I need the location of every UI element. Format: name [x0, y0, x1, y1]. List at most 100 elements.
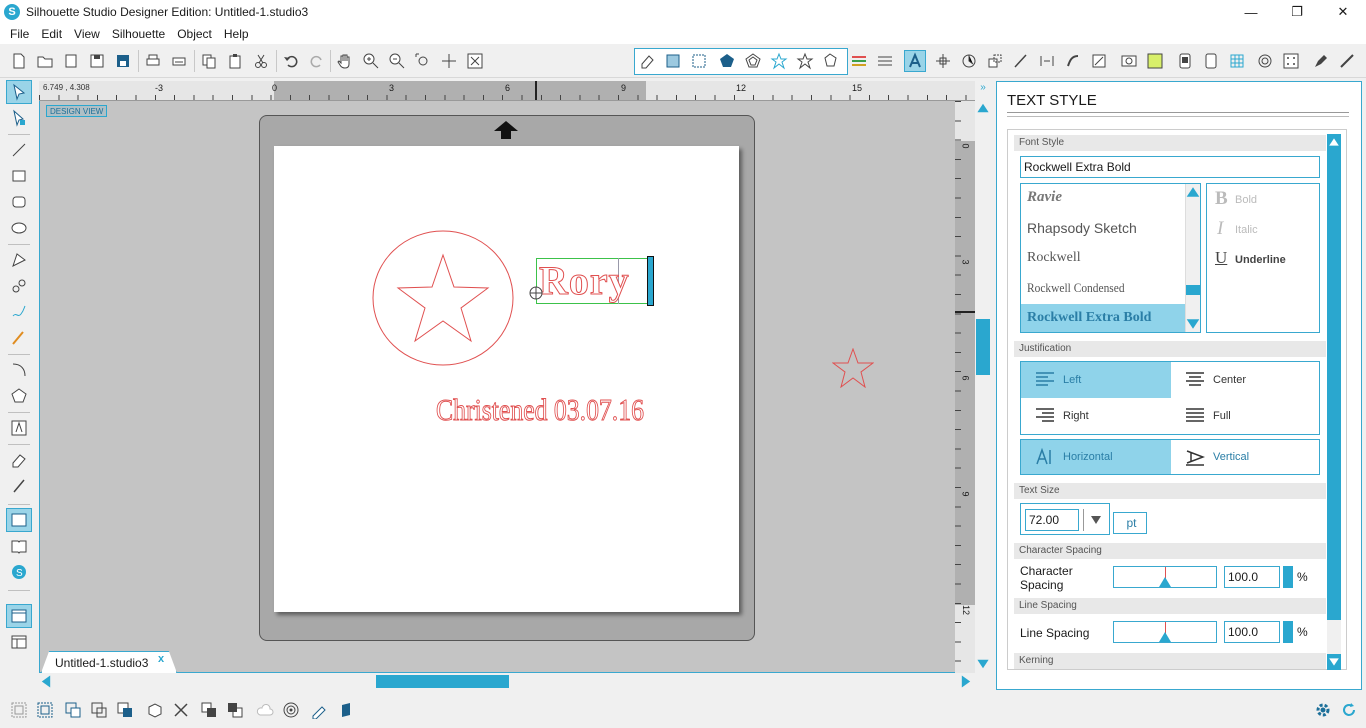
eraser-tool-icon[interactable]: [6, 448, 32, 472]
delete-icon[interactable]: [170, 698, 192, 722]
print-and-cut-icon[interactable]: [336, 698, 358, 722]
scroll-down-arrow-icon[interactable]: [977, 659, 989, 669]
text-size-input[interactable]: 72.00: [1025, 509, 1079, 531]
scroll-right-arrow-icon[interactable]: [961, 675, 971, 688]
menu-object[interactable]: Object: [171, 27, 218, 41]
char-spacing-slider-thumb[interactable]: [1159, 577, 1171, 587]
smooth-freehand-tool-icon[interactable]: [6, 326, 32, 350]
save-to-library-icon[interactable]: [112, 50, 134, 72]
justify-full-button[interactable]: Full: [1171, 398, 1321, 434]
panel-scroll-down-icon[interactable]: [1329, 658, 1339, 666]
expand-panel-icon[interactable]: »: [976, 81, 990, 95]
justify-center-button[interactable]: Center: [1171, 362, 1321, 398]
char-spacing-slider[interactable]: [1113, 566, 1217, 588]
cut-settings-icon[interactable]: [1200, 50, 1222, 72]
page-settings-icon[interactable]: [662, 50, 684, 72]
justify-right-button[interactable]: Right: [1021, 398, 1171, 434]
bring-to-front-icon[interactable]: [198, 698, 220, 722]
line-color-icon[interactable]: [848, 50, 870, 72]
char-spacing-input[interactable]: 100.0: [1224, 566, 1280, 588]
offset-icon[interactable]: [1062, 50, 1084, 72]
print-icon[interactable]: [142, 50, 164, 72]
ungroup-icon[interactable]: [34, 698, 56, 722]
redo-icon[interactable]: [306, 50, 328, 72]
library-icon[interactable]: [60, 50, 82, 72]
line-spacing-input[interactable]: 100.0: [1224, 621, 1280, 643]
single-view-icon[interactable]: [6, 604, 32, 628]
send-to-cutter-icon[interactable]: [1174, 50, 1196, 72]
select-color-icon[interactable]: [1144, 50, 1166, 72]
unit-button[interactable]: pt: [1113, 512, 1147, 534]
regular-polygon-tool-icon[interactable]: [6, 384, 32, 408]
justify-left-button[interactable]: Left: [1021, 362, 1171, 398]
line-spacing-spinner-icon[interactable]: [1283, 621, 1293, 643]
new-document-icon[interactable]: [8, 50, 30, 72]
menu-silhouette[interactable]: Silhouette: [106, 27, 171, 41]
split-view-icon[interactable]: [6, 630, 32, 654]
silhouette-store-icon[interactable]: S: [6, 560, 32, 584]
freehand-tool-icon[interactable]: [6, 300, 32, 324]
undo-icon[interactable]: [280, 50, 302, 72]
char-spacing-spinner-icon[interactable]: [1283, 566, 1293, 588]
menu-edit[interactable]: Edit: [35, 27, 68, 41]
paste-icon[interactable]: [224, 50, 246, 72]
eraser-icon[interactable]: [636, 50, 658, 72]
select-arrow-icon[interactable]: [6, 80, 32, 104]
line-tool-icon[interactable]: [6, 138, 32, 162]
refresh-icon[interactable]: [1338, 698, 1360, 722]
font-item-rockwell-condensed[interactable]: Rockwell Condensed: [1027, 280, 1125, 296]
save-icon[interactable]: [86, 50, 108, 72]
registration-icon[interactable]: [1254, 50, 1276, 72]
sketch-pen-icon[interactable]: [1310, 50, 1332, 72]
grid-icon[interactable]: [1226, 50, 1248, 72]
fit-to-page-icon[interactable]: [464, 50, 486, 72]
font-item-rhapsody[interactable]: Rhapsody Sketch: [1027, 220, 1137, 236]
bold-button[interactable]: Bold: [1235, 194, 1257, 206]
design-canvas[interactable]: Rory Christened 03.07.16 DESIGN VIEW: [39, 81, 975, 673]
fill-settings-icon[interactable]: [794, 50, 816, 72]
knife-tool-icon[interactable]: [6, 474, 32, 498]
line-style-icon[interactable]: [874, 50, 896, 72]
close-tab-icon[interactable]: x: [158, 653, 164, 665]
panel-scroll-track[interactable]: [1327, 620, 1341, 654]
knife-icon[interactable]: [1010, 50, 1032, 72]
rectangle-tool-icon[interactable]: [6, 164, 32, 188]
italic-button[interactable]: Italic: [1235, 224, 1258, 236]
rounded-rectangle-tool-icon[interactable]: [6, 190, 32, 214]
send-to-back-icon[interactable]: [224, 698, 246, 722]
design-view-icon[interactable]: [6, 508, 32, 532]
font-name-input[interactable]: Rockwell Extra Bold: [1020, 156, 1320, 178]
text-tool-icon[interactable]: [6, 416, 32, 440]
font-item-ravie[interactable]: Ravie: [1027, 189, 1062, 206]
horizontal-text-button[interactable]: Horizontal: [1021, 440, 1171, 474]
print-cut-icon[interactable]: [168, 50, 190, 72]
horizontal-scrollbar[interactable]: [39, 674, 975, 689]
drag-zoom-icon[interactable]: [438, 50, 460, 72]
menu-file[interactable]: File: [4, 27, 35, 41]
line-spacing-slider[interactable]: [1113, 621, 1217, 643]
transform-icon[interactable]: [984, 50, 1006, 72]
curve-tool-icon[interactable]: [6, 274, 32, 298]
panel-scrollbar[interactable]: [1327, 134, 1341, 670]
text-style-icon[interactable]: [904, 50, 926, 72]
text-origin-handle-icon[interactable]: [528, 285, 544, 301]
document-tab[interactable]: Untitled-1.studio3 x: [41, 651, 177, 673]
fill-gradient-icon[interactable]: [742, 50, 764, 72]
christened-text[interactable]: Christened 03.07.16: [436, 392, 645, 428]
copy-icon[interactable]: [198, 50, 220, 72]
maximize-button[interactable]: ❐: [1274, 0, 1320, 24]
page-area[interactable]: [274, 146, 739, 612]
text-size-dropdown-icon[interactable]: [1091, 516, 1101, 524]
vertical-text-button[interactable]: Vertical: [1171, 440, 1321, 474]
zoom-in-icon[interactable]: [360, 50, 382, 72]
underline-button[interactable]: Underline: [1235, 254, 1286, 266]
group-icon[interactable]: [8, 698, 30, 722]
grid-settings-icon[interactable]: [688, 50, 710, 72]
panel-scroll-up-icon[interactable]: [1329, 138, 1339, 146]
scroll-up-arrow-icon[interactable]: [977, 103, 989, 113]
cut-scissors-icon[interactable]: [250, 50, 272, 72]
shadow-icon[interactable]: [820, 50, 842, 72]
vertical-scroll-thumb[interactable]: [976, 319, 990, 375]
open-folder-icon[interactable]: [34, 50, 56, 72]
make-compound-path-icon[interactable]: [62, 698, 84, 722]
